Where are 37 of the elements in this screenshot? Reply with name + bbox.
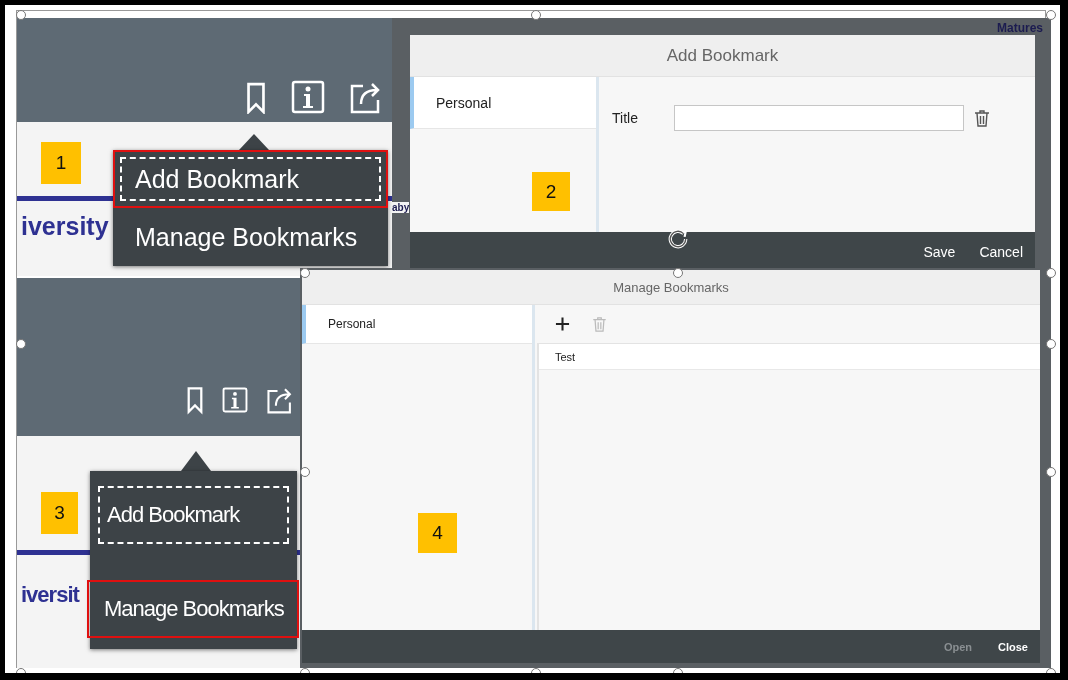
backdrop-text: Matures bbox=[997, 21, 1043, 35]
resize-handle[interactable] bbox=[16, 10, 26, 20]
folder-item[interactable]: Personal bbox=[302, 305, 532, 344]
menu-item[interactable]: Add Bookmark bbox=[96, 484, 291, 546]
title-input-field[interactable] bbox=[674, 105, 964, 131]
step-badge: 3 bbox=[41, 492, 78, 534]
delete-icon[interactable] bbox=[974, 109, 990, 127]
menu-item[interactable]: Add Bookmark bbox=[113, 150, 388, 208]
footer-button[interactable]: Close bbox=[998, 640, 1028, 653]
backdrop-text: aby bbox=[392, 202, 410, 213]
rotate-handle-icon[interactable] bbox=[667, 227, 689, 249]
resize-handle[interactable] bbox=[1046, 467, 1056, 477]
info-icon[interactable] bbox=[291, 80, 325, 114]
logo-text-fragment: iversit bbox=[21, 582, 79, 608]
footer-button[interactable]: Save bbox=[923, 244, 956, 260]
resize-handle[interactable] bbox=[531, 10, 541, 20]
footer-button[interactable]: Cancel bbox=[979, 244, 1023, 260]
step-badge: 1 bbox=[41, 142, 81, 184]
resize-handle[interactable] bbox=[1046, 10, 1056, 20]
folder-item[interactable]: Personal bbox=[410, 77, 596, 129]
menu-item[interactable]: Manage Bookmarks bbox=[87, 580, 299, 638]
bookmark-icon[interactable] bbox=[245, 82, 267, 114]
resize-handle[interactable] bbox=[300, 268, 310, 278]
resize-handle[interactable] bbox=[16, 339, 26, 349]
resize-handle[interactable] bbox=[1046, 339, 1056, 349]
step-badge: 2 bbox=[532, 172, 570, 211]
resize-handle[interactable] bbox=[673, 268, 683, 278]
resize-handle[interactable] bbox=[300, 467, 310, 477]
logo-text-fragment: iversity bbox=[21, 212, 109, 241]
resize-handle[interactable] bbox=[1046, 268, 1056, 278]
field-label: Title bbox=[612, 110, 639, 126]
add-icon[interactable] bbox=[555, 316, 570, 332]
dialog-title: Add Bookmark bbox=[410, 35, 1035, 77]
menu-item[interactable]: Manage Bookmarks bbox=[113, 208, 388, 266]
bookmark-row[interactable]: Test bbox=[539, 344, 1040, 370]
step-badge: 4 bbox=[418, 513, 457, 553]
dialog-title: Manage Bookmarks bbox=[302, 270, 1040, 305]
